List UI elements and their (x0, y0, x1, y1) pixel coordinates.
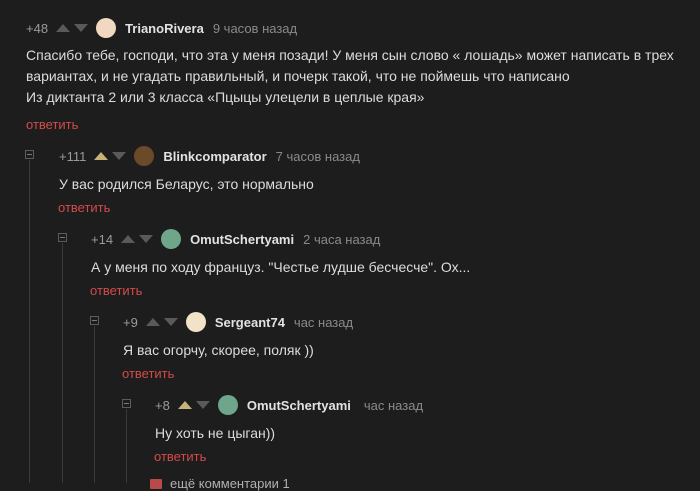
thread-line (126, 409, 127, 483)
comment-body: Спасибо тебе, господи, что эта у меня по… (26, 45, 692, 108)
avatar[interactable] (185, 312, 206, 332)
more-comments-label: ещё комментарии 1 (170, 476, 290, 491)
rating: +9 (123, 314, 138, 330)
comment-header: +111 Blinkcomparator 7 часов назад (59, 146, 360, 166)
rating: +14 (91, 231, 114, 247)
author-name[interactable]: TrianoRivera (125, 21, 204, 36)
comment-text-line: Спасибо тебе, господи, что эта у меня по… (26, 47, 674, 63)
collapse-toggle[interactable] (58, 233, 67, 242)
collapse-toggle[interactable] (90, 316, 99, 325)
comment-text-line: Из диктанта 2 или 3 класса «Пцыцы улецел… (26, 89, 425, 105)
rating: +8 (155, 397, 170, 413)
avatar[interactable] (96, 18, 117, 38)
comment-body: Ну хоть не цыган)) (155, 423, 692, 444)
comment-text-line: вариантах, и не угадать правильный, и по… (26, 68, 570, 84)
reply-link[interactable]: ответить (26, 117, 78, 132)
collapse-toggle[interactable] (122, 399, 131, 408)
comment-header: +14 OmutSchertyami 2 часа назад (91, 229, 380, 249)
reply-link[interactable]: ответить (154, 449, 206, 464)
upvote-icon[interactable] (94, 152, 109, 160)
author-name[interactable]: Blinkcomparator (163, 149, 266, 164)
comment-header: +9 Sergeant74 час назад (123, 312, 353, 332)
collapse-toggle[interactable] (25, 150, 34, 159)
upvote-icon[interactable] (56, 24, 71, 32)
downvote-icon[interactable] (112, 152, 127, 160)
downvote-icon[interactable] (74, 24, 89, 32)
author-name[interactable]: OmutSchertyami (247, 398, 351, 413)
reply-link[interactable]: ответить (58, 200, 110, 215)
thread-line (62, 243, 63, 483)
timestamp[interactable]: 9 часов назад (213, 21, 297, 36)
comment-body: А у меня по ходу француз. "Честье лудше … (91, 257, 692, 278)
thread-line (94, 326, 95, 483)
avatar[interactable] (217, 395, 238, 415)
author-name[interactable]: Sergeant74 (215, 315, 285, 330)
comment-body: У вас родился Беларус, это нормально (59, 174, 692, 195)
avatar[interactable] (161, 229, 182, 249)
comment-header: +8 OmutSchertyami час назад (155, 395, 423, 415)
downvote-icon[interactable] (139, 235, 154, 243)
upvote-icon[interactable] (121, 235, 136, 243)
upvote-icon[interactable] (177, 401, 192, 409)
timestamp[interactable]: 2 часа назад (303, 232, 380, 247)
thread-line (29, 160, 30, 483)
downvote-icon[interactable] (195, 401, 210, 409)
avatar[interactable] (134, 146, 155, 166)
reply-link[interactable]: ответить (122, 366, 174, 381)
rating: +111 (59, 148, 87, 164)
upvote-icon[interactable] (145, 318, 160, 326)
author-name[interactable]: OmutSchertyami (190, 232, 294, 247)
comment-text-line: У вас родился Беларус, это нормально (59, 176, 314, 192)
timestamp[interactable]: час назад (294, 315, 353, 330)
rating: +48 (26, 20, 49, 36)
timestamp[interactable]: час назад (364, 398, 423, 413)
comment-text-line: Ну хоть не цыган)) (155, 425, 276, 441)
more-comments-icon (150, 478, 162, 489)
comment-text-line: Я вас огорчу, скорее, поляк )) (123, 342, 314, 358)
more-comments-button[interactable]: ещё комментарии 1 (150, 476, 290, 491)
comment-header: +48 TrianoRivera 9 часов назад (26, 18, 297, 38)
downvote-icon[interactable] (163, 318, 178, 326)
comment-text-line: А у меня по ходу француз. "Честье лудше … (91, 259, 471, 275)
comment-body: Я вас огорчу, скорее, поляк )) (123, 340, 692, 361)
timestamp[interactable]: 7 часов назад (276, 149, 360, 164)
reply-link[interactable]: ответить (90, 283, 142, 298)
